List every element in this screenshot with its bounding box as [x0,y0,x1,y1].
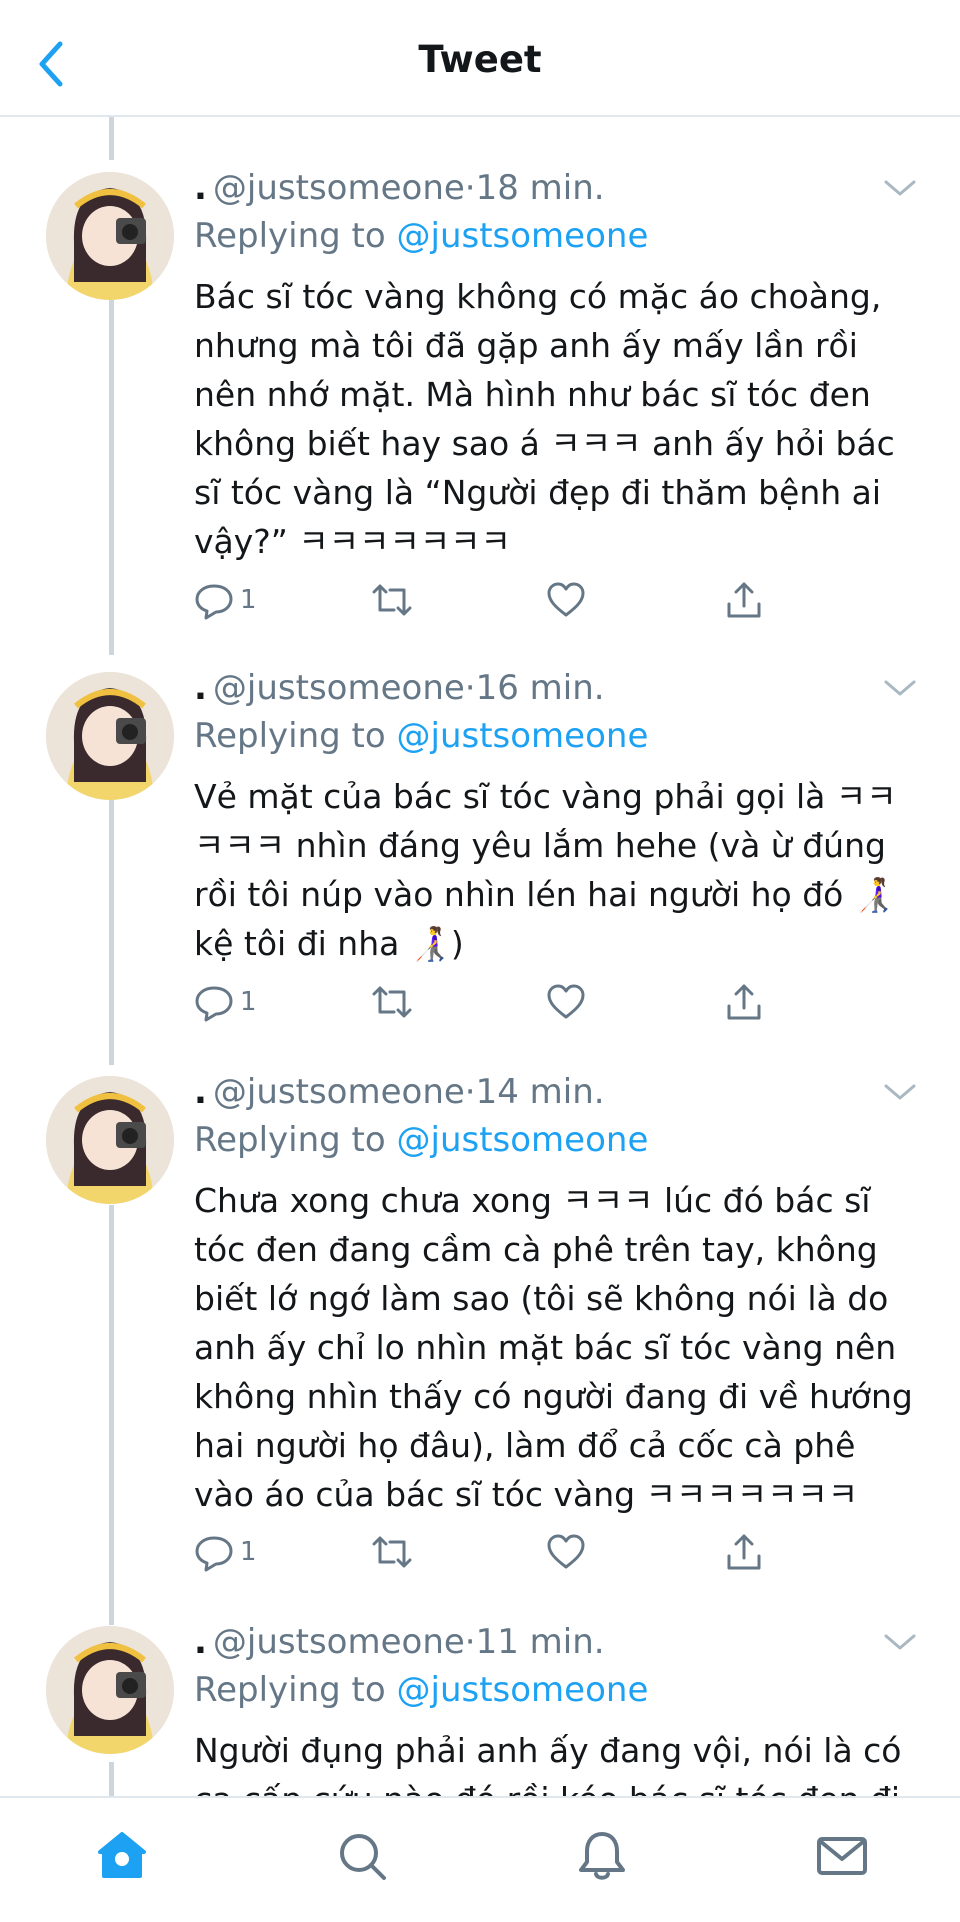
nav-messages-button[interactable] [812,1826,872,1886]
handle[interactable]: @justsomeone [213,668,465,708]
display-name[interactable]: . [194,668,207,708]
nav-search-button[interactable] [332,1826,392,1886]
avatar-image [46,1076,174,1204]
more-options-button[interactable] [882,176,918,200]
handle[interactable]: @justsomeone [213,1072,465,1112]
retweet-icon [372,584,412,616]
replying-to-handle[interactable]: @justsomeone [397,216,649,256]
chevron-down-icon [884,180,916,196]
replying-to-label: Replying to [194,1120,386,1160]
tweet-actions: 1 [194,1530,794,1574]
tweet-actions: 1 [194,980,794,1024]
reply-count: 1 [240,585,257,615]
timestamp[interactable]: 14 min. [476,1072,605,1112]
avatar[interactable] [46,672,174,800]
separator: · [464,1622,476,1662]
reply-count: 1 [240,987,257,1017]
share-button[interactable] [724,1530,764,1574]
tweet-text: Người đụng phải anh ấy đang vội, nói là … [194,1731,902,1796]
tweet-actions: 1 [194,578,794,622]
reply-button[interactable]: 1 [194,980,257,1024]
tweet-meta: . @justsomeone·18 min. [194,168,605,208]
share-icon [727,582,761,618]
replying-to-handle[interactable]: @justsomeone [397,1670,649,1710]
display-name[interactable]: . [194,168,207,208]
tweet-meta: . @justsomeone·16 min. [194,668,605,708]
handle[interactable]: @justsomeone [213,1622,465,1662]
chevron-down-icon [884,680,916,696]
replying-to-handle[interactable]: @justsomeone [397,1120,649,1160]
home-icon [98,1832,146,1878]
avatar[interactable] [46,172,174,300]
thread-line [109,115,114,160]
page-title: Tweet [418,38,542,81]
thread-line [109,1205,114,1625]
retweet-button[interactable] [370,1530,414,1574]
bottom-nav [0,1796,960,1922]
retweet-button[interactable] [370,578,414,622]
nav-notifications-button[interactable] [572,1826,632,1886]
reply-button[interactable]: 1 [194,1530,257,1574]
heart-icon [547,1534,585,1569]
separator: · [464,168,476,208]
reply-icon [195,986,233,1022]
replying-to-label: Replying to [194,216,386,256]
more-options-button[interactable] [882,1080,918,1104]
separator: · [464,1072,476,1112]
more-options-button[interactable] [882,676,918,700]
replying-to-handle[interactable]: @justsomeone [397,716,649,756]
more-options-button[interactable] [882,1630,918,1654]
tweet-text: Bác sĩ tóc vàng không có mặc áo choàng, … [194,277,895,561]
like-button[interactable] [546,1530,586,1574]
replying-to-label: Replying to [194,716,386,756]
avatar-image [46,1626,174,1754]
avatar[interactable] [46,1626,174,1754]
tweet-text: Vẻ mặt của bác sĩ tóc vàng phải gọi là ㅋ… [194,777,897,963]
avatar[interactable] [46,1076,174,1204]
thread-line [109,300,114,655]
handle[interactable]: @justsomeone [213,168,465,208]
share-icon [727,984,761,1020]
heart-icon [547,984,585,1019]
replying-to: Replying to @justsomeone [194,216,648,256]
replying-to-label: Replying to [194,1670,386,1710]
retweet-icon [372,1536,412,1568]
top-bar: Tweet [0,0,960,117]
replying-to: Replying to @justsomeone [194,1120,648,1160]
tweet-meta: . @justsomeone·14 min. [194,1072,605,1112]
retweet-icon [372,986,412,1018]
mail-icon [817,1837,867,1875]
search-icon [340,1834,386,1880]
share-button[interactable] [724,578,764,622]
timestamp[interactable]: 11 min. [476,1622,605,1662]
share-icon [727,1534,761,1570]
bell-icon [579,1832,625,1880]
replying-to: Replying to @justsomeone [194,1670,648,1710]
timestamp[interactable]: 18 min. [476,168,605,208]
like-button[interactable] [546,578,586,622]
avatar-image [46,672,174,800]
tweet-text: Chưa xong chưa xong ㅋㅋㅋ lúc đó bác sĩ tó… [194,1181,913,1514]
reply-button[interactable]: 1 [194,578,257,622]
nav-home-button[interactable] [92,1826,152,1886]
display-name[interactable]: . [194,1622,207,1662]
thread-line [109,800,114,1065]
share-button[interactable] [724,980,764,1024]
retweet-button[interactable] [370,980,414,1024]
like-button[interactable] [546,980,586,1024]
chevron-down-icon [884,1634,916,1650]
reply-icon [195,584,233,620]
tweet-meta: . @justsomeone·11 min. [194,1622,605,1662]
reply-icon [195,1536,233,1572]
reply-count: 1 [240,1537,257,1567]
replying-to: Replying to @justsomeone [194,716,648,756]
chevron-down-icon [884,1084,916,1100]
separator: · [464,668,476,708]
avatar-image [46,172,174,300]
display-name[interactable]: . [194,1072,207,1112]
tweet[interactable]: . @justsomeone·11 min. Replying to @justs… [0,1622,960,1796]
timestamp[interactable]: 16 min. [476,668,605,708]
heart-icon [547,582,585,617]
